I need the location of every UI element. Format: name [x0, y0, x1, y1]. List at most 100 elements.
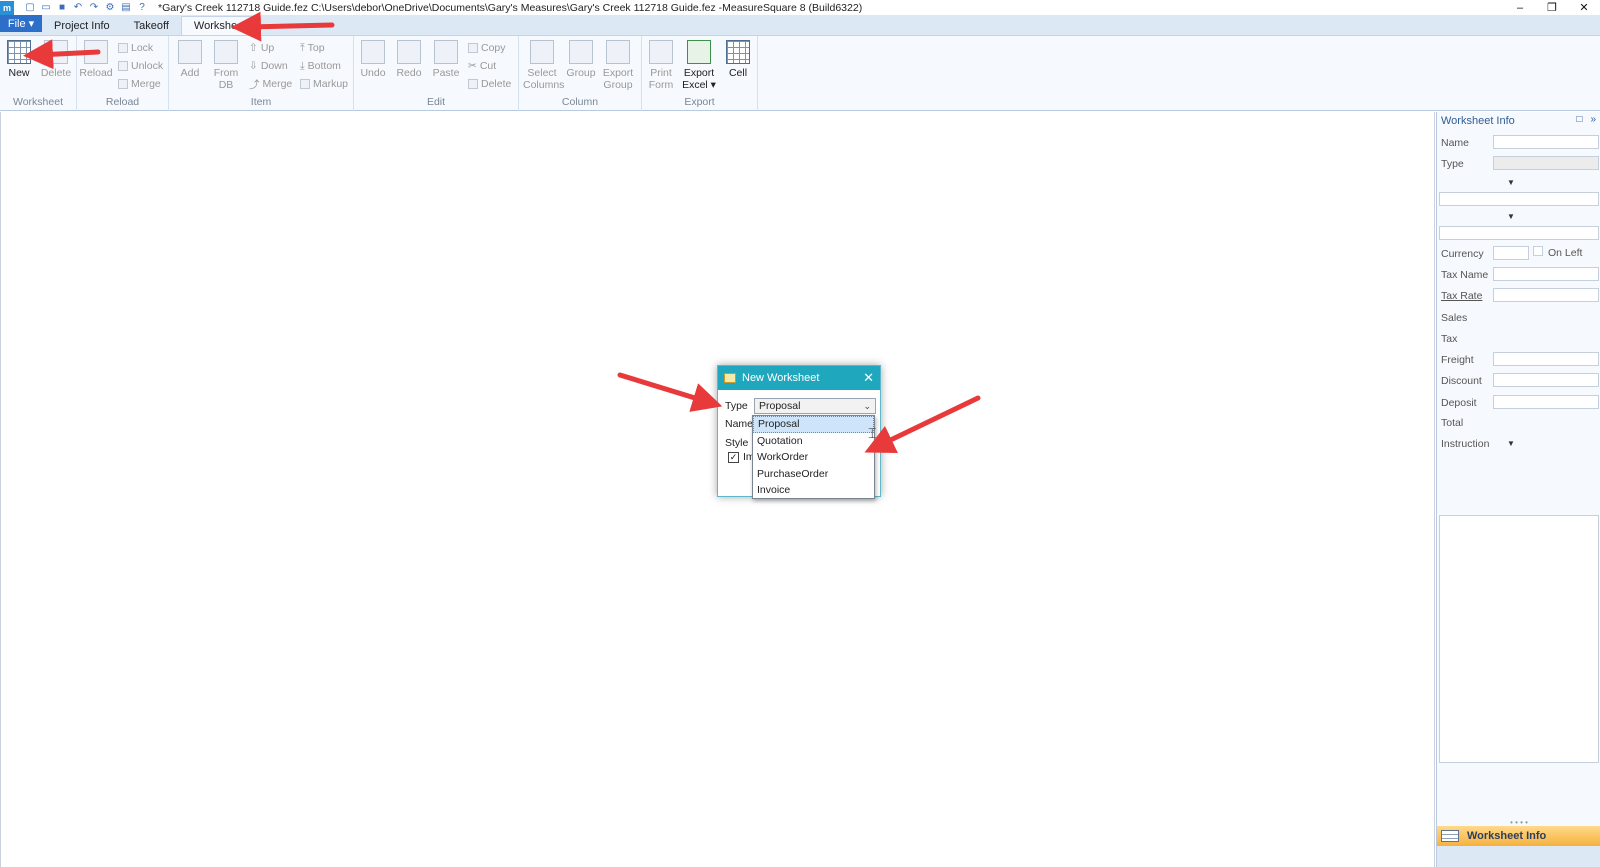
move-top-button[interactable]: ⤒ Top — [300, 40, 325, 56]
print-form-button[interactable]: Print Form — [644, 40, 678, 91]
undo-icon — [361, 40, 385, 64]
paste-button[interactable]: Paste — [429, 40, 463, 79]
redo-icon[interactable]: ↷ — [88, 2, 100, 14]
type-select[interactable]: Proposal ⌄ — [754, 398, 876, 414]
add-icon — [178, 40, 202, 64]
cut-button[interactable]: ✂ Cut — [468, 58, 496, 74]
cell-button[interactable]: Cell — [721, 40, 755, 79]
move-down-button[interactable]: ⇩ Down — [249, 58, 288, 74]
float-panel-icon[interactable]: □ — [1576, 114, 1582, 125]
collapse-panel-icon[interactable]: » — [1590, 114, 1596, 125]
redo-icon — [397, 40, 421, 64]
from-db-button[interactable]: From DB — [209, 40, 243, 91]
merge-reload-button[interactable]: Merge — [118, 76, 161, 92]
deposit-label: Deposit — [1441, 397, 1477, 409]
panel-field-2[interactable] — [1439, 226, 1599, 240]
delete-edit-button[interactable]: Delete — [468, 76, 511, 92]
tab-worksheet[interactable]: Worksheet — [180, 16, 260, 35]
file-menu-button[interactable]: File ▾ — [0, 15, 42, 32]
tax-label: Tax — [1441, 333, 1458, 345]
option-proposal[interactable]: Proposal — [753, 416, 874, 433]
undo-button[interactable]: Undo — [356, 40, 390, 79]
app-logo-icon: m — [0, 0, 14, 15]
arrow-bottom-icon: ⤓ — [300, 59, 305, 72]
save-icon[interactable]: ■ — [56, 2, 68, 14]
reload-button[interactable]: Reload — [79, 40, 113, 79]
columns-icon — [530, 40, 554, 64]
chevron-down-icon[interactable]: ▼ — [1507, 212, 1515, 221]
undo-icon[interactable]: ↶ — [72, 2, 84, 14]
open-folder-icon[interactable]: ▭ — [40, 2, 52, 14]
ribbon-group-worksheet: New Delete Worksheet — [0, 36, 77, 111]
close-window-button[interactable]: ✕ — [1568, 0, 1600, 15]
settings-icon[interactable]: ⚙ — [104, 2, 116, 14]
tax-rate-input[interactable] — [1493, 288, 1599, 302]
tab-takeoff[interactable]: Takeoff — [122, 16, 181, 35]
panel-footer: • • • • Worksheet Info — [1437, 819, 1600, 867]
arrow-up-icon: ⇧ — [249, 42, 258, 54]
group-label: Worksheet — [13, 96, 63, 108]
delete-worksheet-button[interactable]: Delete — [39, 40, 73, 79]
worksheet-info-icon — [1441, 830, 1459, 842]
restore-button[interactable]: ❐ — [1536, 0, 1568, 15]
group-button[interactable]: Group — [564, 40, 598, 79]
chevron-down-icon[interactable]: ▼ — [1507, 178, 1515, 187]
tab-project-info[interactable]: Project Info — [42, 16, 122, 35]
worksheet-icon — [724, 373, 736, 383]
panel-field-1[interactable] — [1439, 192, 1599, 206]
close-icon[interactable]: ✕ — [863, 370, 874, 386]
export-excel-button[interactable]: Export Excel ▾ — [682, 40, 716, 91]
scissors-icon: ✂ — [468, 60, 477, 72]
new-file-icon[interactable]: ▢ — [24, 2, 36, 14]
export-group-button[interactable]: Export Group — [601, 40, 635, 91]
type-select[interactable] — [1493, 156, 1599, 170]
ribbon-group-column: Select Columns Group Export Group Column — [519, 36, 642, 111]
resize-grip-icon[interactable]: • • • • — [1437, 819, 1600, 827]
sales-label: Sales — [1441, 312, 1468, 324]
lock-button[interactable]: Lock — [118, 40, 153, 56]
deposit-input[interactable] — [1493, 395, 1599, 409]
merge-item-button[interactable]: ⤴ Merge — [249, 76, 292, 92]
window-controls: – ❐ ✕ — [1504, 0, 1600, 15]
ribbon-group-reload: Reload Lock Unlock Merge Reload — [77, 36, 169, 111]
chevron-down-icon[interactable]: ▼ — [1507, 439, 1515, 448]
redo-button[interactable]: Redo — [392, 40, 426, 79]
import-checkbox[interactable]: ✓ — [728, 452, 739, 463]
ribbon-tabs: File ▾ Project Info Takeoff Worksheet — [0, 15, 1600, 36]
add-item-button[interactable]: Add — [173, 40, 207, 79]
panel-header: Worksheet Info □ » — [1437, 112, 1600, 130]
discount-input[interactable] — [1493, 373, 1599, 387]
total-label: Total — [1441, 417, 1464, 429]
tax-rate-link[interactable]: Tax Rate — [1441, 290, 1482, 302]
currency-select[interactable] — [1493, 246, 1529, 260]
copy-button[interactable]: Copy — [468, 40, 506, 56]
option-workorder[interactable]: WorkOrder — [753, 449, 874, 466]
title-bar: m ▢ ▭ ■ ↶ ↷ ⚙ ▤ ? *Gary's Creek 112718 G… — [0, 0, 1600, 15]
option-purchaseorder[interactable]: PurchaseOrder — [753, 466, 874, 483]
calculator-icon[interactable]: ▤ — [120, 2, 132, 14]
ribbon-group-edit: Undo Redo Paste Copy ✂ Cut Delete Edit — [354, 36, 519, 111]
on-left-label: On Left — [1548, 247, 1583, 259]
markup-button[interactable]: Markup — [300, 76, 348, 92]
window-title: *Gary's Creek 112718 Guide.fez C:\Users\… — [158, 1, 863, 14]
freight-input[interactable] — [1493, 352, 1599, 366]
name-input[interactable] — [1493, 135, 1599, 149]
panel-title: Worksheet Info — [1441, 115, 1515, 127]
print-preview-icon — [649, 40, 673, 64]
select-columns-button[interactable]: Select Columns — [523, 40, 564, 91]
option-quotation[interactable]: Quotation — [753, 433, 874, 450]
unlock-button[interactable]: Unlock — [118, 58, 163, 74]
on-left-checkbox[interactable] — [1533, 246, 1543, 256]
help-icon[interactable]: ? — [136, 2, 148, 14]
new-worksheet-button[interactable]: New — [2, 40, 36, 79]
merge-icon — [118, 79, 128, 89]
move-bottom-button[interactable]: ⤓ Bottom — [300, 58, 341, 74]
delete-icon — [44, 40, 68, 64]
worksheet-info-tab[interactable]: Worksheet Info — [1437, 826, 1600, 846]
tax-name-select[interactable] — [1493, 267, 1599, 281]
excel-icon — [687, 40, 711, 64]
move-up-button[interactable]: ⇧ Up — [249, 40, 274, 56]
option-invoice[interactable]: Invoice — [753, 482, 874, 499]
instruction-textarea[interactable] — [1439, 515, 1599, 763]
minimize-button[interactable]: – — [1504, 0, 1536, 15]
